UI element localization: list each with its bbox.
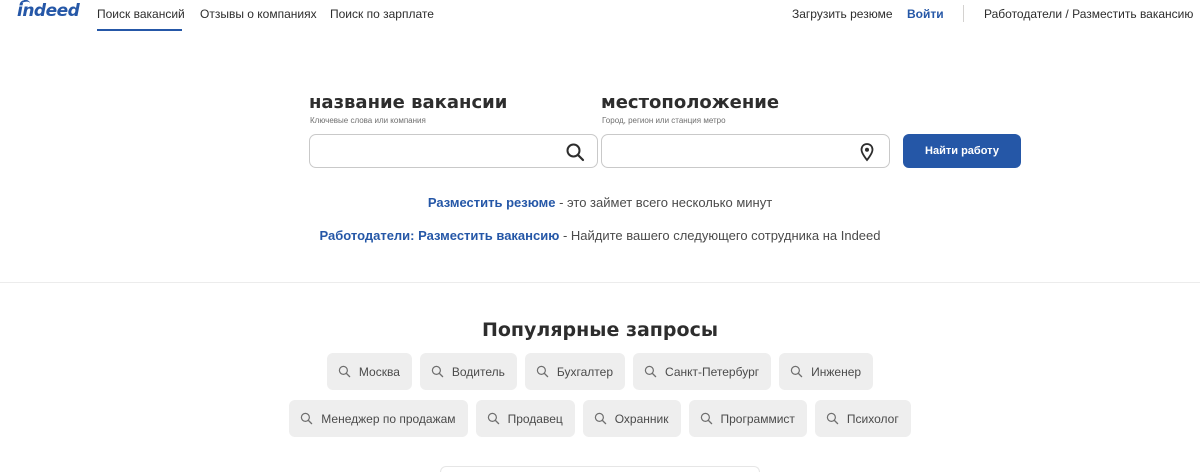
chip-label: Бухгалтер xyxy=(556,364,614,379)
popular-chip[interactable]: Охранник xyxy=(582,400,681,437)
nav-active-indicator xyxy=(97,29,182,31)
chip-label: Менеджер по продажам xyxy=(321,411,456,426)
section-divider xyxy=(0,282,1200,283)
chip-label: Психолог xyxy=(846,411,899,426)
where-hint: Город, регион или станция метро xyxy=(602,116,726,125)
popular-chip[interactable]: Менеджер по продажам xyxy=(289,400,468,437)
indeed-logo[interactable]: indeed xyxy=(17,1,80,21)
nav-job-search[interactable]: Поиск вакансий xyxy=(97,7,185,21)
what-input[interactable] xyxy=(310,135,597,167)
where-label: местоположение xyxy=(601,92,780,113)
search-icon xyxy=(487,412,499,425)
popular-chip[interactable]: Москва xyxy=(326,353,412,390)
popular-chip[interactable]: Программист xyxy=(688,400,807,437)
employer-text: - Найдите вашего следующего сотрудника н… xyxy=(559,228,881,243)
location-pin-icon xyxy=(860,143,874,162)
nav-divider xyxy=(963,5,964,22)
search-icon xyxy=(826,412,839,425)
nav-company-reviews[interactable]: Отзывы о компаниях xyxy=(200,7,317,21)
upload-resume-link[interactable]: Загрузить резюме xyxy=(792,7,893,21)
search-icon xyxy=(790,365,803,378)
popular-chip[interactable]: Инженер xyxy=(779,353,874,390)
employers-post-job-link[interactable]: Работодатели / Разместить вакансию xyxy=(984,7,1193,21)
search-icon xyxy=(431,365,444,378)
popular-row-2: Менеджер по продажам Продавец Охранник П… xyxy=(0,400,1200,437)
employer-post-job-link[interactable]: Работодатели: Разместить вакансию xyxy=(320,228,560,243)
popular-row-1: Москва Водитель Бухгалтер Санкт-Петербур… xyxy=(0,353,1200,390)
search-icon xyxy=(301,412,313,425)
search-icon xyxy=(594,412,606,425)
nav-salary-search[interactable]: Поиск по зарплате xyxy=(330,7,434,21)
what-hint: Ключевые слова или компания xyxy=(310,116,426,125)
popular-chip[interactable]: Продавец xyxy=(475,400,575,437)
post-resume-text: - это займет всего несколько минут xyxy=(555,195,773,210)
popular-searches-title: Популярные запросы xyxy=(481,319,719,341)
search-icon xyxy=(566,143,585,162)
where-field[interactable] xyxy=(601,134,890,168)
search-icon xyxy=(536,365,549,378)
search-icon xyxy=(644,365,657,378)
find-jobs-button[interactable]: Найти работу xyxy=(903,134,1021,168)
chip-label: Охранник xyxy=(614,411,669,426)
post-resume-line: Разместить резюме - это займет всего нес… xyxy=(0,195,1200,210)
popular-chip[interactable]: Санкт-Петербург xyxy=(633,353,772,390)
chip-label: Санкт-Петербург xyxy=(665,364,760,379)
login-link[interactable]: Войти xyxy=(907,7,944,21)
search-icon xyxy=(700,412,712,425)
popular-chip[interactable]: Водитель xyxy=(419,353,517,390)
top-navigation: indeed Поиск вакансий Отзывы о компаниях… xyxy=(0,0,1200,33)
chip-label: Программист xyxy=(720,411,795,426)
search-icon xyxy=(338,365,351,378)
where-input[interactable] xyxy=(602,135,889,167)
what-field[interactable] xyxy=(309,134,598,168)
employer-line: Работодатели: Разместить вакансию - Найд… xyxy=(0,228,1200,243)
next-section-edge xyxy=(440,466,760,472)
popular-chip[interactable]: Психолог xyxy=(814,400,911,437)
chip-label: Инженер xyxy=(811,364,862,379)
chip-label: Водитель xyxy=(451,364,505,379)
popular-chip[interactable]: Бухгалтер xyxy=(524,353,626,390)
what-label: название вакансии xyxy=(309,92,508,113)
chip-label: Москва xyxy=(358,364,400,379)
post-resume-link[interactable]: Разместить резюме xyxy=(428,195,556,210)
chip-label: Продавец xyxy=(507,411,563,426)
